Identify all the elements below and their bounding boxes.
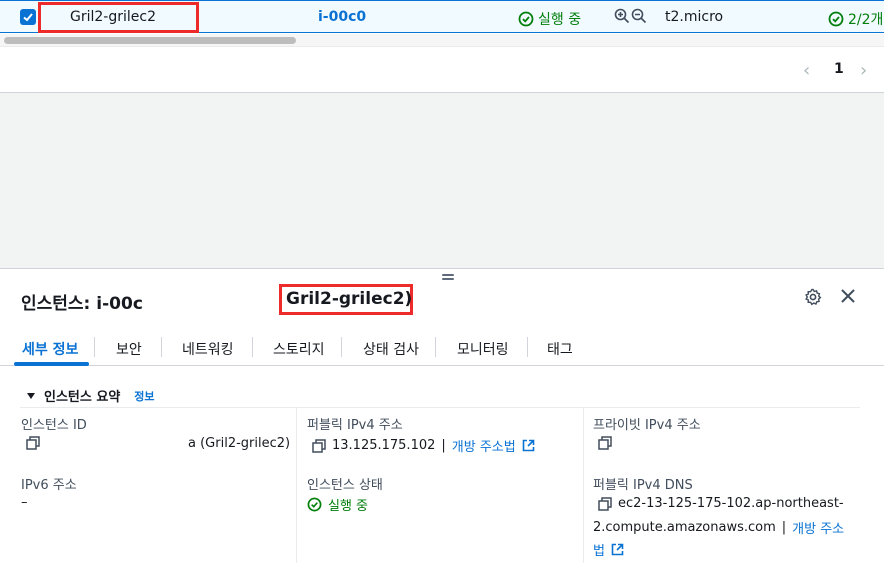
tab-divider (341, 337, 342, 357)
separator: | (441, 438, 446, 453)
chevron-left-icon[interactable]: ‹ (803, 60, 810, 81)
resize-handle-icon[interactable] (442, 274, 454, 282)
ipv6-value: – (21, 495, 28, 510)
copy-icon[interactable] (598, 436, 612, 450)
section-divider (20, 407, 860, 408)
open-address-link-2b[interactable]: 법 (593, 540, 605, 559)
empty-area (0, 93, 884, 268)
check-circle-icon (307, 497, 322, 512)
scrollbar-thumb[interactable] (4, 37, 296, 44)
active-tab-indicator (14, 362, 89, 366)
private-ipv4-value (598, 436, 612, 450)
tab-divider (252, 337, 253, 357)
instance-state-cell: 실행 중 (518, 9, 581, 29)
column-divider (583, 408, 584, 563)
copy-icon[interactable] (598, 496, 612, 511)
public-dns-label: 퍼블릭 IPv4 DNS (593, 478, 693, 493)
tab-divider (527, 337, 528, 357)
section-title: 인스턴스 요약 (44, 390, 121, 405)
external-link-icon[interactable] (611, 543, 624, 556)
panel-title: 인스턴스: i-00c (21, 294, 143, 314)
private-ipv4-label: 프라이빗 IPv4 주소 (593, 418, 701, 433)
instance-summary-header[interactable]: 인스턴스 요약 정보 (26, 386, 155, 405)
check-circle-icon (828, 11, 844, 27)
tab-details[interactable]: 세부 정보 (22, 339, 78, 359)
instance-state-value: 실행 중 (328, 499, 369, 514)
zoom-controls (614, 8, 647, 24)
instance-state-text: 실행 중 (538, 12, 582, 28)
public-dns-row-2: 2.compute.amazonaws.com | 개방 주소 (593, 518, 844, 537)
instance-table-row[interactable]: Gril2-grilec2 i-00c0 실행 중 t2.micro 2/2개 (0, 0, 884, 33)
tab-divider (94, 337, 95, 357)
column-divider (296, 408, 297, 563)
gear-icon[interactable] (804, 288, 822, 306)
open-address-link[interactable]: 개방 주소법 (452, 436, 516, 455)
details-tabs: 세부 정보 보안 네트워킹 스토리지 상태 검사 모니터링 태그 (0, 328, 884, 366)
zoom-out-icon[interactable] (631, 8, 647, 24)
external-link-icon[interactable] (522, 439, 535, 452)
check-circle-icon (518, 11, 534, 27)
status-check-text: 2/2개 (848, 12, 884, 28)
instance-type-cell: t2.micro (665, 9, 724, 25)
public-ipv4-value: 13.125.175.102 (332, 438, 436, 453)
zoom-in-icon[interactable] (614, 8, 630, 24)
tab-tags[interactable]: 태그 (547, 339, 573, 359)
public-dns-line1: ec2-13-125-175-102.ap-northeast- (618, 496, 844, 511)
public-ipv4-row: 13.125.175.102 | 개방 주소법 (312, 436, 535, 455)
instance-id-value (26, 436, 40, 450)
tab-networking[interactable]: 네트워킹 (182, 339, 234, 359)
tab-storage[interactable]: 스토리지 (273, 339, 325, 359)
instance-name-cell: Gril2-grilec2 (70, 9, 156, 25)
tab-security[interactable]: 보안 (116, 339, 142, 359)
tab-divider (161, 337, 162, 357)
copy-icon[interactable] (26, 436, 40, 450)
instance-id-text: a (Gril2-grilec2) (188, 436, 291, 451)
instance-state-row: 실행 중 (307, 495, 368, 514)
separator: | (781, 520, 787, 535)
row-checkbox[interactable] (20, 9, 36, 25)
public-dns-row-3: 법 (593, 540, 624, 559)
status-check-cell: 2/2개 (828, 9, 883, 29)
open-address-link-2a[interactable]: 개방 주소 (792, 518, 844, 537)
instance-id-link[interactable]: i-00c0 (318, 9, 366, 25)
page-number-current[interactable]: 1 (834, 61, 844, 77)
pagination: ‹ 1 › (0, 47, 884, 93)
chevron-right-icon[interactable]: › (860, 60, 867, 81)
instance-details-panel: 인스턴스: i-00c Gril2-grilec2) 세부 정보 보안 네트워킹… (0, 268, 884, 563)
instance-id-label: 인스턴스 ID (21, 418, 87, 433)
public-ipv4-label: 퍼블릭 IPv4 주소 (307, 418, 403, 433)
instance-state-label: 인스턴스 상태 (307, 478, 383, 493)
tab-divider (435, 337, 436, 357)
info-link[interactable]: 정보 (134, 388, 154, 404)
ipv6-label: IPv6 주소 (21, 478, 77, 493)
copy-icon[interactable] (312, 438, 326, 453)
tab-monitoring[interactable]: 모니터링 (457, 339, 509, 359)
close-icon[interactable] (840, 288, 856, 304)
public-dns-row-1: ec2-13-125-175-102.ap-northeast- (598, 496, 844, 511)
panel-title-instance-name: Gril2-grilec2) (286, 289, 413, 309)
public-dns-line2: 2.compute.amazonaws.com (593, 520, 776, 535)
tab-status-checks[interactable]: 상태 검사 (363, 339, 419, 359)
caret-down-icon (27, 392, 35, 399)
